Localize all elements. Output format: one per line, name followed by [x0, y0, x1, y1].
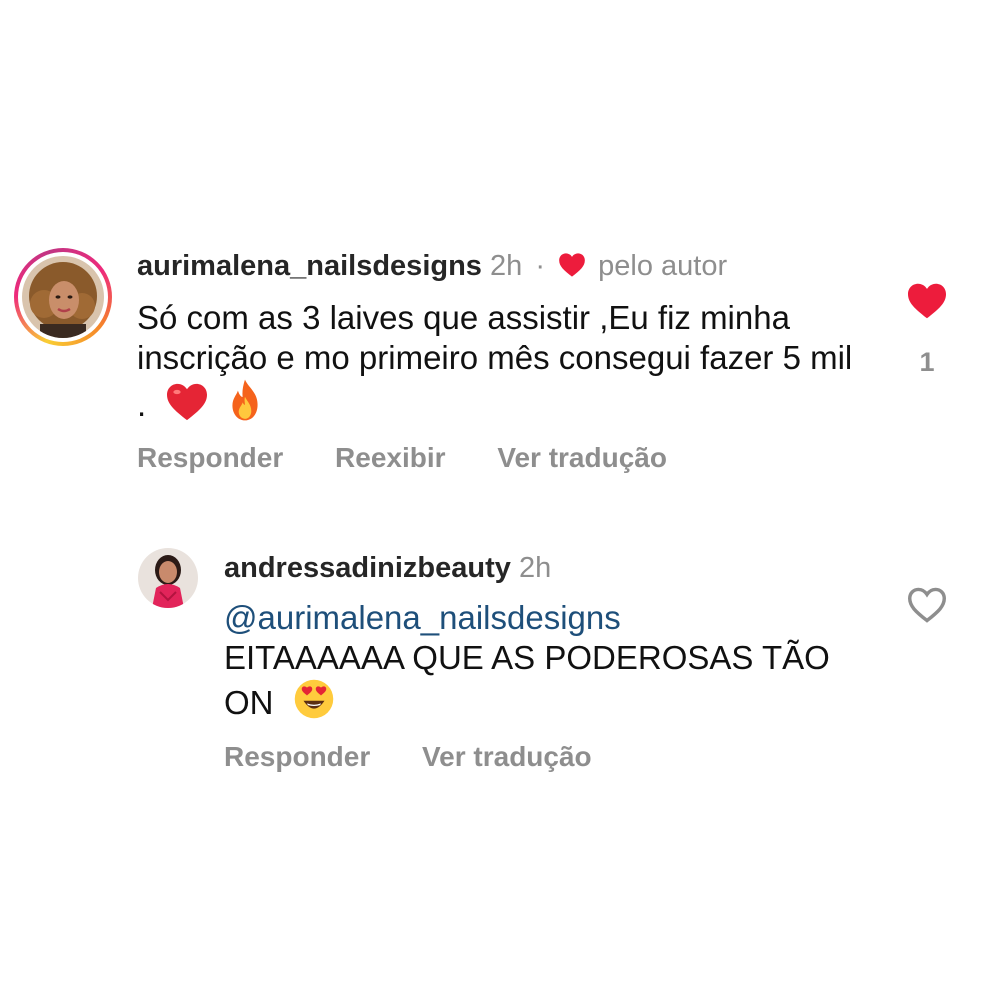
comment-actions: Responder Reexibir Ver tradução — [137, 441, 711, 475]
comment-text: Só com as 3 laives que assistir ,Eu fiz … — [137, 298, 857, 425]
timestamp: 2h — [518, 552, 552, 584]
reply-button[interactable]: Responder — [224, 741, 370, 772]
avatar[interactable] — [138, 548, 198, 608]
liked-by-author-heart-icon — [559, 253, 585, 277]
fire-emoji — [231, 379, 258, 421]
liked-by-author-label: pelo autor — [598, 250, 728, 282]
translate-button[interactable]: Ver tradução — [422, 741, 592, 772]
username[interactable]: aurimalena_nailsdesigns — [137, 250, 482, 282]
like-count[interactable]: 1 — [904, 347, 950, 378]
comment-header: aurimalena_nailsdesigns 2h · pelo autor — [137, 248, 727, 284]
translate-button[interactable]: Ver tradução — [497, 442, 667, 473]
like-control: 1 — [904, 282, 950, 378]
liked-heart-icon[interactable] — [906, 282, 948, 320]
separator: · — [535, 250, 545, 282]
show-again-button[interactable]: Reexibir — [335, 442, 446, 473]
comment-actions: Responder Ver tradução — [224, 740, 636, 774]
timestamp: 2h — [490, 250, 523, 282]
comment-text: @aurimalena_nailsdesigns EITAAAAAA QUE A… — [224, 598, 864, 723]
red-heart-emoji — [167, 383, 208, 421]
avatar[interactable] — [22, 256, 104, 338]
comment-header: andressadinizbeauty 2h — [224, 550, 551, 586]
username[interactable]: andressadinizbeauty — [224, 552, 511, 584]
mention-link[interactable]: @aurimalena_nailsdesigns — [224, 598, 864, 638]
heart-eyes-emoji — [294, 679, 333, 719]
heart-outline-icon[interactable] — [906, 586, 948, 624]
avatar-story-ring[interactable] — [14, 248, 112, 346]
reply-button[interactable]: Responder — [137, 442, 283, 473]
like-control — [904, 586, 950, 629]
